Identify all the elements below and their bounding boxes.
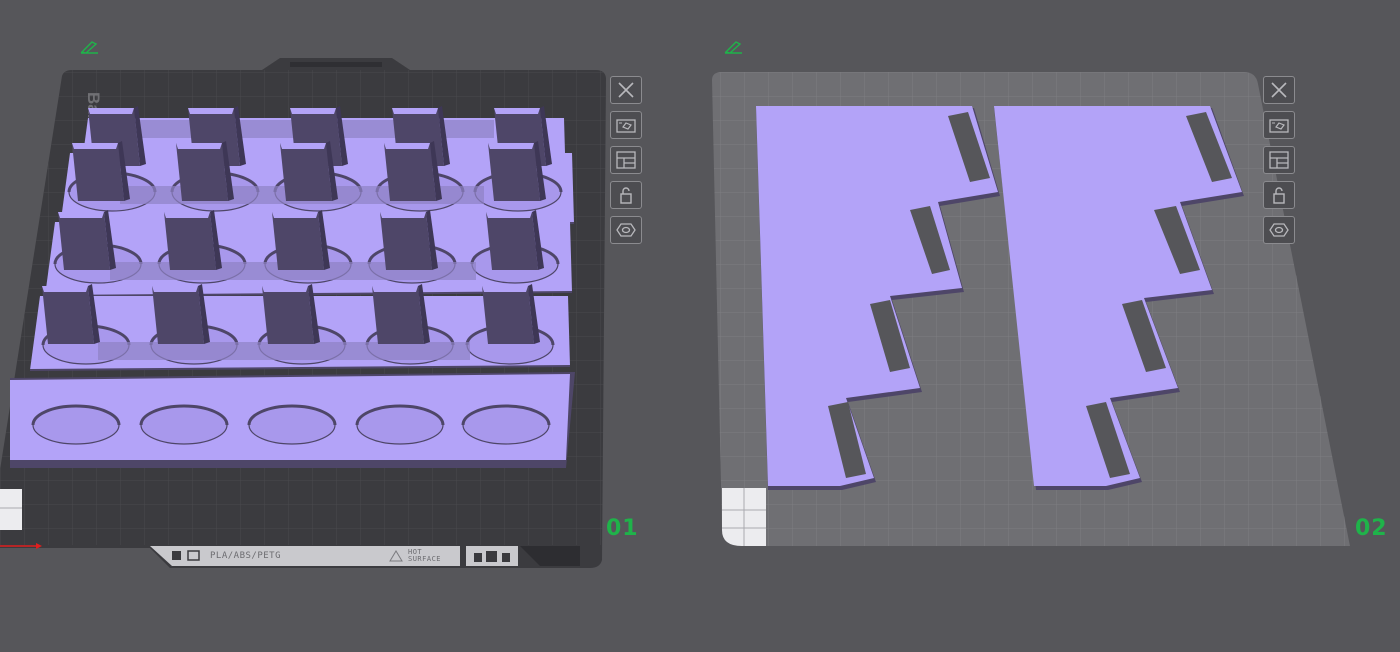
model-post-top — [272, 212, 318, 218]
edit-plate-02-icon[interactable] — [724, 40, 744, 54]
model-post-top — [188, 108, 234, 114]
model-post — [384, 143, 436, 201]
plate-01-handle — [290, 62, 382, 67]
plate-01-toolbar — [610, 76, 646, 251]
plate-02-label: 02 — [1355, 516, 1388, 541]
arrange-button[interactable] — [1263, 146, 1295, 174]
model-post — [262, 286, 314, 344]
model-post — [372, 286, 424, 344]
lock-plate-button[interactable] — [1263, 181, 1295, 209]
model-post — [58, 212, 110, 270]
plate-01[interactable]: Bambu — [0, 58, 606, 568]
model-post-top — [176, 143, 222, 149]
lock-icon — [620, 187, 632, 204]
model-post-top — [392, 108, 438, 114]
model-post-top — [72, 143, 118, 149]
model-post-top — [488, 143, 534, 149]
auto-orient-button[interactable] — [610, 111, 642, 139]
arrange-icon — [616, 151, 636, 169]
close-icon — [618, 82, 634, 98]
model-post — [152, 286, 204, 344]
close-plate-button[interactable] — [1263, 76, 1295, 104]
model-post — [488, 143, 540, 201]
model-post-top — [372, 286, 418, 292]
model-post-top — [486, 212, 532, 218]
model-post-top — [152, 286, 198, 292]
orient-icon — [1269, 119, 1289, 133]
model-post-top — [88, 108, 134, 114]
lock-plate-button[interactable] — [610, 181, 642, 209]
lock-icon — [1273, 187, 1285, 204]
model-post — [380, 212, 432, 270]
model-post — [72, 143, 124, 201]
model-post — [164, 212, 216, 270]
model-post — [482, 286, 534, 344]
bed-strip-icon — [172, 551, 181, 560]
model-post-top — [262, 286, 308, 292]
model-post-top — [380, 212, 426, 218]
close-icon — [1271, 82, 1287, 98]
plate-01-model[interactable] — [10, 106, 575, 468]
close-plate-button[interactable] — [610, 76, 642, 104]
model-post-top — [482, 286, 528, 292]
model-post-top — [58, 212, 104, 218]
bed-warning-text: HOT SURFACE — [408, 548, 442, 563]
model-post-top — [42, 286, 88, 292]
plate-settings-button[interactable] — [610, 216, 642, 244]
arrange-button[interactable] — [610, 146, 642, 174]
model-post-top — [290, 108, 336, 114]
orient-icon — [616, 119, 636, 133]
edit-plate-01-icon[interactable] — [80, 40, 100, 54]
arrange-icon — [1269, 151, 1289, 169]
settings-icon — [616, 223, 636, 237]
model-post — [42, 286, 94, 344]
plate-01-corner-marker — [0, 489, 22, 530]
model-rail — [98, 342, 470, 360]
plate-01-label: 01 — [606, 516, 639, 541]
plate-02[interactable] — [712, 72, 1350, 546]
plate-settings-button[interactable] — [1263, 216, 1295, 244]
settings-icon — [1269, 223, 1289, 237]
model-post-top — [494, 108, 540, 114]
auto-orient-button[interactable] — [1263, 111, 1295, 139]
model-post — [176, 143, 228, 201]
model-post — [272, 212, 324, 270]
model-post-top — [384, 143, 430, 149]
model-post — [280, 143, 332, 201]
bed-filament-text: PLA/ABS/PETG — [210, 551, 282, 561]
plate-02-toolbar — [1263, 76, 1299, 251]
model-post-top — [280, 143, 326, 149]
model-post-top — [164, 212, 210, 218]
model-post — [486, 212, 538, 270]
